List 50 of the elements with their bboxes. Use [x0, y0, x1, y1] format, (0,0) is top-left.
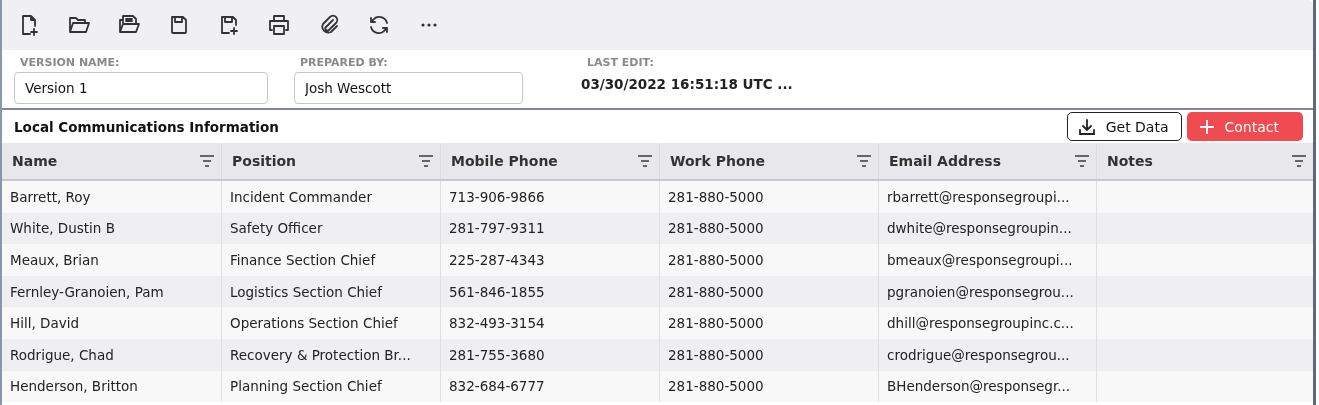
table-cell: dhill@responsegroupinc.c... — [879, 307, 1097, 339]
table-cell: Operations Section Chief — [222, 307, 441, 339]
table-cell: 281-880-5000 — [660, 338, 879, 371]
table-cell: Barrett, Roy — [2, 181, 222, 213]
column-header[interactable]: Name — [2, 143, 222, 179]
column-header[interactable]: Email Address — [879, 143, 1097, 179]
table-cell: 713-906-9866 — [441, 181, 660, 213]
table-cell: rbarrett@responsegroupi... — [879, 181, 1097, 213]
filter-icon[interactable] — [418, 155, 434, 167]
prepared-by-field[interactable]: Josh Wescott — [294, 72, 523, 104]
table-cell: 225-287-4343 — [441, 244, 660, 276]
field-label: PREPARED BY: — [299, 56, 389, 69]
column-header[interactable]: Notes — [1097, 143, 1313, 179]
table-cell: 281-880-5000 — [660, 244, 879, 276]
table-cell: Recovery & Protection Br... — [222, 338, 441, 371]
download-icon — [1077, 117, 1096, 136]
table-cell: 832-493-3154 — [441, 307, 660, 339]
table-cell: BHenderson@responsegr... — [879, 370, 1097, 403]
section-title: Local Communications Information — [14, 118, 279, 135]
column-header[interactable]: Mobile Phone — [441, 143, 660, 179]
field-label: VERSION NAME: — [19, 56, 121, 69]
filter-icon[interactable] — [856, 155, 872, 167]
field-label: LAST EDIT: — [586, 56, 655, 69]
print-icon[interactable] — [267, 13, 291, 37]
table-cell: 281-880-5000 — [660, 181, 879, 213]
plus-icon — [1198, 118, 1215, 135]
table-cell: Incident Commander — [222, 181, 441, 213]
filter-icon[interactable] — [1291, 155, 1307, 167]
table-cell: Finance Section Chief — [222, 244, 441, 276]
table-cell: 281-880-5000 — [660, 370, 879, 403]
column-header[interactable]: Work Phone — [660, 143, 879, 179]
table-cell: 281-880-5000 — [660, 307, 879, 339]
table-cell: Hill, David — [2, 307, 222, 339]
column-header[interactable]: Position — [222, 143, 441, 179]
get-data-button[interactable]: Get Data — [1066, 112, 1182, 141]
table-cell: Meaux, Brian — [2, 244, 222, 276]
last-edit-value: 03/30/2022 16:51:18 UTC ... — [581, 76, 793, 92]
table-cell: 281-755-3680 — [441, 338, 660, 371]
table-cell: Henderson, Britton — [2, 370, 222, 403]
table-cell: Rodrigue, Chad — [2, 338, 222, 371]
table-cell: 832-684-6777 — [441, 370, 660, 403]
table-cell: bmeaux@responsegroupi... — [879, 244, 1097, 276]
version-name-field[interactable]: Version 1 — [14, 72, 268, 104]
refresh-icon[interactable] — [367, 13, 391, 37]
table-cell: crodrigue@responsegrou... — [879, 338, 1097, 371]
table-cell: Planning Section Chief — [222, 370, 441, 403]
filter-icon[interactable] — [1074, 155, 1090, 167]
filter-icon[interactable] — [637, 155, 653, 167]
filter-icon[interactable] — [199, 155, 215, 167]
add-contact-button[interactable]: Contact — [1186, 112, 1303, 141]
